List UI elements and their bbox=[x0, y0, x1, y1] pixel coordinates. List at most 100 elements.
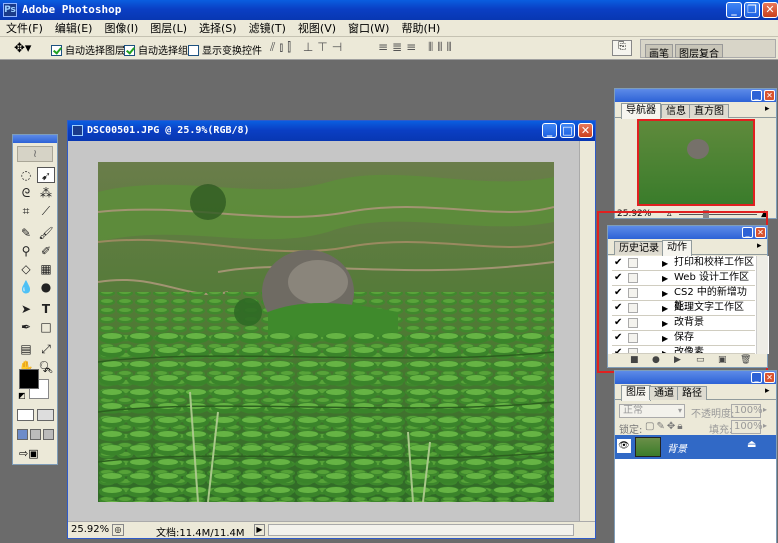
expand-arrow-icon[interactable]: ▶ bbox=[662, 257, 668, 271]
menu-filter[interactable]: 滤镜(T) bbox=[243, 20, 292, 37]
quick-mask-icon[interactable] bbox=[37, 409, 54, 421]
menu-view[interactable]: 视图(V) bbox=[292, 20, 342, 37]
notes-tool-icon[interactable]: ▤ bbox=[17, 341, 35, 357]
status-menu-arrow-icon[interactable]: ▶ bbox=[254, 524, 265, 536]
tab-histogram[interactable]: 直方图 bbox=[689, 104, 729, 118]
action-check-icon[interactable]: ✔ bbox=[614, 258, 624, 268]
swap-colors-icon[interactable]: ↶ bbox=[43, 367, 51, 377]
close-icon[interactable]: ✕ bbox=[762, 2, 778, 18]
distribute-buttons-icon[interactable]: ≡≣≡ ⦀⦀⦀ bbox=[378, 40, 456, 55]
menu-layer[interactable]: 图层(L) bbox=[144, 20, 193, 37]
brush-tool-icon[interactable]: 🖌 bbox=[37, 225, 55, 241]
navigator-preview[interactable] bbox=[637, 119, 755, 206]
layers-close-icon[interactable]: ✕ bbox=[764, 372, 775, 383]
feather-logo-icon[interactable]: ≀ bbox=[17, 146, 53, 162]
blur-tool-icon[interactable]: 💧 bbox=[17, 279, 35, 295]
tab-actions[interactable]: 动作 bbox=[662, 240, 692, 256]
history-brush-icon[interactable]: ✐ bbox=[37, 243, 55, 259]
navigator-minimize-icon[interactable]: _ bbox=[751, 90, 762, 101]
action-row[interactable]: ✔ ▶ CS2 中的新增功能... bbox=[612, 286, 755, 312]
eyedropper-tool-icon[interactable]: ⤢ bbox=[37, 341, 55, 357]
eraser-tool-icon[interactable]: ◇ bbox=[17, 261, 35, 277]
layers-menu-icon[interactable]: ▸ bbox=[765, 386, 770, 396]
expand-arrow-icon[interactable]: ▶ bbox=[662, 317, 668, 331]
tab-navigator[interactable]: 导航器 bbox=[621, 103, 661, 119]
gradient-tool-icon[interactable]: ▦ bbox=[37, 261, 55, 277]
palette-well-layer-comps-tab[interactable]: 图层复合 bbox=[675, 44, 723, 60]
align-buttons-icon[interactable]: ⫽⫾⫿ ⊥⊤⊣ bbox=[270, 40, 346, 55]
dialog-toggle[interactable] bbox=[628, 273, 638, 283]
navigator-close-icon[interactable]: ✕ bbox=[764, 90, 775, 101]
move-tool-preset-icon[interactable]: ✥▾ bbox=[14, 41, 31, 56]
tab-layers[interactable]: 图层 bbox=[621, 385, 651, 401]
layer-row-background[interactable]: 👁︎ 背景 ⏏ bbox=[615, 435, 776, 459]
dialog-toggle[interactable] bbox=[628, 318, 638, 328]
pen-tool-icon[interactable]: ✒ bbox=[17, 319, 35, 335]
minimize-icon[interactable]: _ bbox=[726, 2, 742, 18]
opacity-field[interactable]: 100% bbox=[731, 404, 763, 418]
navigator-menu-icon[interactable]: ▸ bbox=[765, 104, 770, 114]
dodge-tool-icon[interactable]: ● bbox=[37, 279, 55, 295]
menu-window[interactable]: 窗口(W) bbox=[342, 20, 395, 37]
screen-mode-standard-icon[interactable] bbox=[17, 429, 28, 440]
show-transform-option[interactable]: 显示变换控件 bbox=[188, 42, 262, 57]
dialog-toggle[interactable] bbox=[628, 288, 638, 298]
menu-edit[interactable]: 编辑(E) bbox=[49, 20, 99, 37]
screen-mode-full-icon[interactable] bbox=[43, 429, 54, 440]
menu-select[interactable]: 选择(S) bbox=[193, 20, 243, 37]
auto-select-layer-option[interactable]: 自动选择图层 bbox=[51, 42, 125, 57]
jump-to-imageready-icon[interactable]: ⇨▣ bbox=[19, 447, 39, 460]
clone-stamp-icon[interactable]: ⚲ bbox=[17, 243, 35, 259]
move-tool-icon[interactable]: ➹ bbox=[37, 167, 55, 183]
layer-name[interactable]: 背景 bbox=[667, 440, 687, 455]
trash-icon[interactable]: 🗑︎ bbox=[740, 355, 751, 365]
auto-select-group-option[interactable]: 自动选择组 bbox=[124, 42, 188, 57]
action-row[interactable]: ✔ ▶ Web 设计工作区 bbox=[612, 271, 755, 286]
blend-mode-select[interactable]: 正常 ▾ bbox=[619, 404, 685, 418]
tab-channels[interactable]: 通道 bbox=[649, 386, 679, 400]
new-action-icon[interactable]: ▣ bbox=[718, 355, 727, 365]
menu-image[interactable]: 图像(I) bbox=[98, 20, 144, 37]
show-transform-checkbox[interactable] bbox=[188, 45, 199, 56]
tab-history[interactable]: 历史记录 bbox=[614, 241, 664, 255]
lasso-tool-icon[interactable]: ᘓ bbox=[17, 185, 35, 201]
expand-arrow-icon[interactable]: ▶ bbox=[662, 302, 668, 316]
record-icon[interactable]: ● bbox=[652, 355, 660, 365]
magic-wand-tool-icon[interactable]: ⁂ bbox=[37, 185, 55, 201]
crop-tool-icon[interactable]: ⌗ bbox=[17, 203, 35, 219]
expand-arrow-icon[interactable]: ▶ bbox=[662, 347, 668, 353]
dialog-toggle[interactable] bbox=[628, 258, 638, 268]
auto-select-group-checkbox[interactable] bbox=[124, 45, 135, 56]
type-tool-icon[interactable]: T bbox=[37, 301, 55, 317]
opacity-arrow-icon[interactable]: ▸ bbox=[763, 405, 767, 414]
expand-arrow-icon[interactable]: ▶ bbox=[662, 272, 668, 286]
expand-arrow-icon[interactable]: ▶ bbox=[662, 332, 668, 346]
stop-icon[interactable]: ■ bbox=[630, 355, 639, 365]
expand-arrow-icon[interactable]: ▶ bbox=[662, 287, 668, 301]
layers-minimize-icon[interactable]: _ bbox=[751, 372, 762, 383]
status-options-icon[interactable]: ◎ bbox=[112, 524, 124, 536]
new-set-icon[interactable]: ▭ bbox=[696, 355, 705, 365]
shape-tool-icon[interactable]: □ bbox=[37, 319, 55, 335]
dialog-toggle[interactable] bbox=[628, 333, 638, 343]
screen-mode-fullmenu-icon[interactable] bbox=[30, 429, 41, 440]
canvas-area[interactable] bbox=[68, 141, 579, 521]
marquee-tool-icon[interactable]: ◌ bbox=[17, 167, 35, 183]
tab-paths[interactable]: 路径 bbox=[677, 386, 707, 400]
action-row[interactable]: ✔ ▶ 保存 bbox=[612, 331, 755, 346]
restore-icon[interactable]: ❐ bbox=[744, 2, 760, 18]
eye-icon[interactable]: 👁︎ bbox=[617, 439, 631, 453]
actions-minimize-icon[interactable]: _ bbox=[742, 227, 753, 238]
action-check-icon[interactable]: ✔ bbox=[614, 318, 624, 328]
actions-scrollbar[interactable] bbox=[756, 256, 768, 354]
action-check-icon[interactable]: ✔ bbox=[614, 273, 624, 283]
lock-options-icon[interactable]: ▢✎✥🔒︎ bbox=[645, 421, 685, 432]
doc-minimize-icon[interactable]: _ bbox=[542, 123, 557, 138]
action-check-icon[interactable]: ✔ bbox=[614, 333, 624, 343]
fill-arrow-icon[interactable]: ▸ bbox=[763, 421, 767, 430]
default-colors-icon[interactable]: ◩ bbox=[18, 391, 26, 400]
action-check-icon[interactable]: ✔ bbox=[614, 288, 624, 298]
auto-select-layer-checkbox[interactable] bbox=[51, 45, 62, 56]
vertical-scrollbar[interactable] bbox=[579, 141, 595, 521]
horizontal-scrollbar[interactable] bbox=[268, 524, 574, 536]
